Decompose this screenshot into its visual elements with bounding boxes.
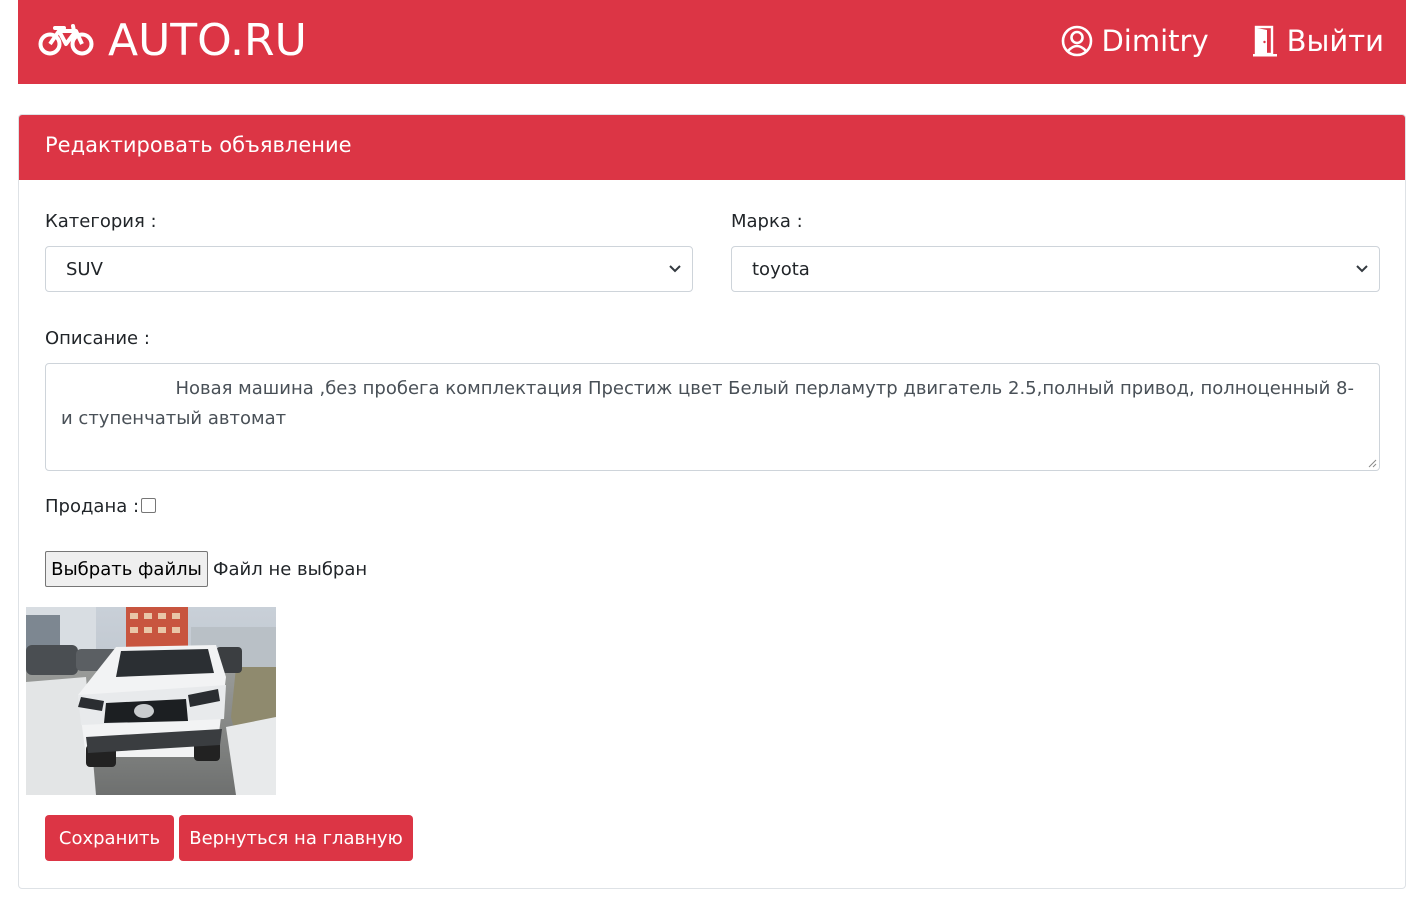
card-header: Редактировать объявление: [19, 115, 1405, 180]
description-label: Описание :: [45, 328, 150, 349]
logout-link[interactable]: Выйти: [1251, 24, 1384, 58]
category-label: Категория :: [45, 211, 157, 232]
logout-label: Выйти: [1286, 24, 1384, 58]
category-select[interactable]: SUV: [45, 246, 693, 292]
user-name: Dimitry: [1101, 24, 1209, 58]
car-photo: [26, 607, 276, 795]
bicycle-icon: [38, 24, 94, 56]
category-selected-value: SUV: [66, 259, 103, 280]
sold-label: Продана :: [45, 496, 140, 517]
navbar: AUTO.RU Dimitry Выйти: [18, 0, 1406, 84]
brand-name: AUTO.RU: [108, 14, 307, 66]
chevron-down-icon: [669, 265, 681, 273]
brand-selected-value: toyota: [752, 259, 810, 280]
description-text: Новая машина ,без пробега комплектация П…: [61, 378, 1354, 429]
resize-grip-icon[interactable]: [1367, 458, 1377, 468]
page-title: Редактировать объявление: [45, 133, 352, 157]
door-exit-icon: [1252, 25, 1277, 57]
brand-label: Марка :: [731, 211, 803, 232]
file-status: Файл не выбран: [213, 559, 368, 580]
user-profile-link[interactable]: Dimitry: [1061, 24, 1209, 58]
choose-files-button[interactable]: Выбрать файлы: [45, 551, 208, 587]
brand-select[interactable]: toyota: [731, 246, 1380, 292]
user-circle-icon: [1062, 25, 1093, 57]
sold-checkbox[interactable]: [141, 498, 156, 513]
back-to-main-button[interactable]: Вернуться на главную: [179, 815, 413, 861]
edit-ad-card: Редактировать объявление Категория : SUV…: [18, 114, 1406, 889]
chevron-down-icon: [1356, 265, 1368, 273]
save-button[interactable]: Сохранить: [45, 815, 174, 861]
brand-link[interactable]: AUTO.RU: [38, 10, 307, 70]
description-textarea[interactable]: Новая машина ,без пробега комплектация П…: [45, 363, 1380, 471]
